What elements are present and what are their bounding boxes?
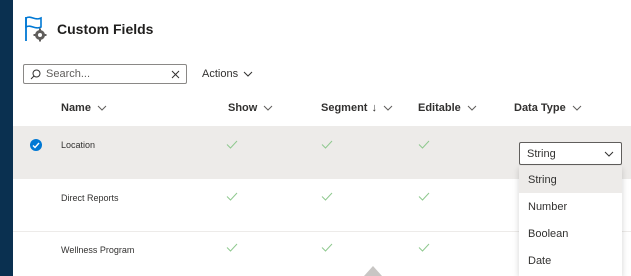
column-header-show[interactable]: Show xyxy=(228,102,273,114)
editable-check-icon xyxy=(418,243,430,252)
show-check-icon xyxy=(226,140,238,149)
show-check-icon xyxy=(226,192,238,201)
search-input[interactable]: Search... xyxy=(23,64,187,84)
menu-item-boolean[interactable]: Boolean xyxy=(519,220,622,247)
chevron-down-icon xyxy=(97,105,107,111)
column-header-editable[interactable]: Editable xyxy=(418,102,477,114)
field-name: Direct Reports xyxy=(61,193,119,203)
search-placeholder: Search... xyxy=(46,68,91,80)
toolbar: Search... Actions xyxy=(23,64,253,84)
row-selected-checkbox[interactable] xyxy=(30,139,42,151)
segment-check-icon xyxy=(321,192,333,201)
menu-item-date[interactable]: Date xyxy=(519,247,622,274)
menu-item-string[interactable]: String xyxy=(519,166,622,193)
chevron-down-icon xyxy=(467,105,477,111)
field-name: Location xyxy=(61,140,96,150)
segment-check-icon xyxy=(321,243,333,252)
search-icon xyxy=(30,69,41,79)
dropdown-value: String xyxy=(527,147,556,160)
flag-gear-icon xyxy=(23,15,49,43)
custom-fields-panel: Custom Fields Search... Actions Name Sho… xyxy=(13,0,631,276)
editable-check-icon xyxy=(418,140,430,149)
column-header-label: Name xyxy=(61,102,91,114)
column-header-label: Show xyxy=(228,102,258,114)
chevron-down-icon xyxy=(572,105,582,111)
actions-label: Actions xyxy=(202,68,239,80)
column-header-label: Data Type xyxy=(514,102,566,114)
menu-item-number[interactable]: Number xyxy=(519,193,622,220)
column-header-name[interactable]: Name xyxy=(61,102,107,114)
checkmark-icon xyxy=(32,142,40,149)
chevron-down-icon xyxy=(243,71,253,77)
editable-check-icon xyxy=(418,192,430,201)
callout-caret xyxy=(364,266,382,276)
column-header-segment[interactable]: Segment ↓ xyxy=(321,102,393,114)
show-check-icon xyxy=(226,243,238,252)
data-type-menu: String Number Boolean Date xyxy=(519,166,622,276)
chevron-down-icon xyxy=(263,105,273,111)
segment-check-icon xyxy=(321,140,333,149)
column-header-label: Editable xyxy=(418,102,461,114)
actions-button[interactable]: Actions xyxy=(202,68,253,80)
field-name: Wellness Program xyxy=(61,245,135,255)
chevron-down-icon xyxy=(383,105,393,111)
column-header-data-type[interactable]: Data Type xyxy=(514,102,582,114)
panel-header: Custom Fields xyxy=(23,14,153,44)
sort-descending-icon: ↓ xyxy=(371,102,377,114)
clear-icon[interactable] xyxy=(171,70,180,79)
column-header-label: Segment xyxy=(321,102,368,114)
data-type-dropdown[interactable]: String xyxy=(519,142,622,165)
page-title: Custom Fields xyxy=(57,21,154,37)
chevron-down-icon xyxy=(604,151,614,157)
